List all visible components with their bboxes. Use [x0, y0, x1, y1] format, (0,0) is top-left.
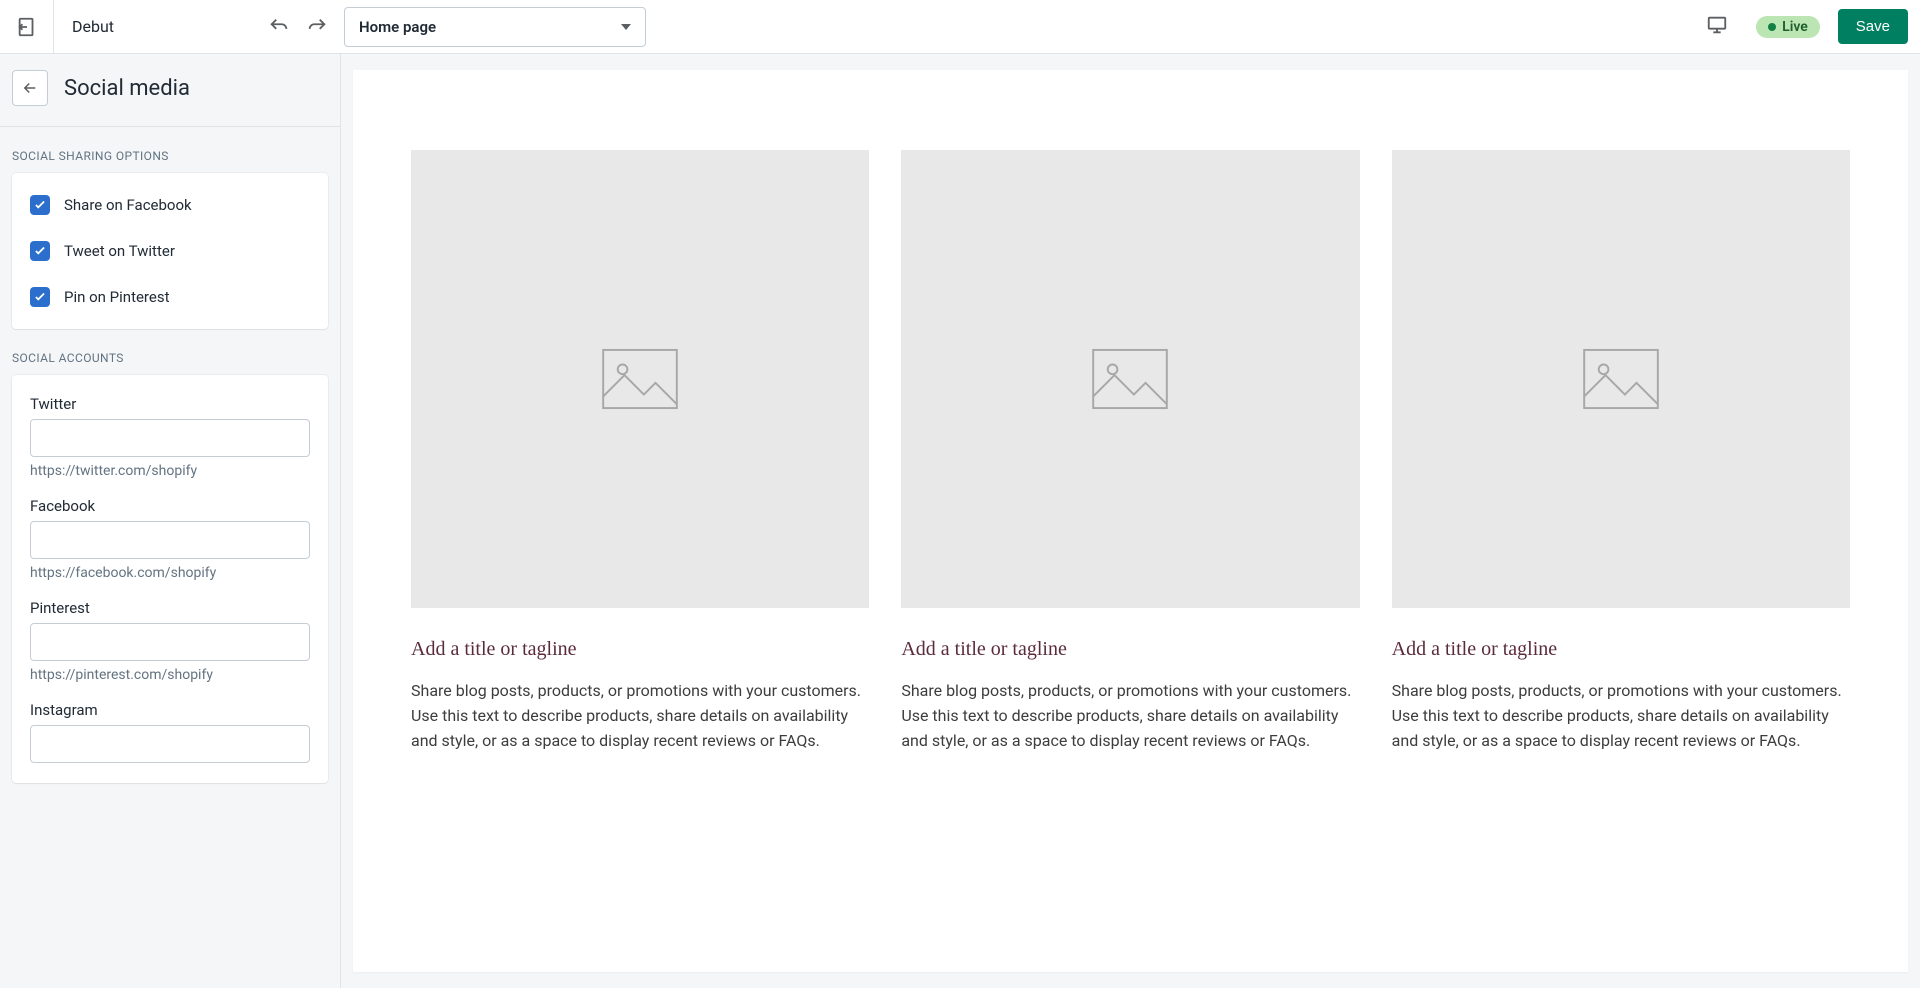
live-label: Live: [1782, 19, 1808, 35]
checkbox-checked[interactable]: [30, 195, 50, 215]
field-label: Facebook: [30, 497, 310, 515]
section-title: Social media: [64, 76, 190, 101]
image-placeholder: [901, 150, 1359, 608]
gallery-row: Add a title or tagline Share blog posts,…: [411, 150, 1850, 754]
image-placeholder: [411, 150, 869, 608]
main-split: Social media Social sharing options Shar…: [0, 54, 1920, 988]
item-body: Share blog posts, products, or promotion…: [1392, 679, 1850, 753]
field-block-instagram: Instagram: [30, 701, 310, 763]
item-body: Share blog posts, products, or promotion…: [411, 679, 869, 753]
checkbox-label: Tweet on Twitter: [64, 242, 175, 260]
desktop-icon: [1706, 14, 1728, 36]
back-button[interactable]: [12, 70, 48, 106]
topbar: Debut Home page Live Save: [0, 0, 1920, 54]
help-text: https://pinterest.com/shopify: [30, 667, 310, 683]
checkbox-row[interactable]: Pin on Pinterest: [30, 274, 310, 313]
field-label: Instagram: [30, 701, 310, 719]
section-header: Social media: [0, 54, 340, 127]
preview-canvas: Add a title or tagline Share blog posts,…: [341, 54, 1920, 988]
field-label: Pinterest: [30, 599, 310, 617]
group-label-accounts: Social accounts: [0, 329, 340, 375]
exit-editor-button[interactable]: [0, 0, 54, 54]
social-accounts-card: Twitter https://twitter.com/shopify Face…: [12, 375, 328, 783]
gallery-item: Add a title or tagline Share blog posts,…: [901, 150, 1359, 754]
redo-icon: [306, 16, 328, 38]
pinterest-input[interactable]: [30, 623, 310, 661]
check-icon: [33, 198, 47, 212]
image-placeholder: [1392, 150, 1850, 608]
twitter-input[interactable]: [30, 419, 310, 457]
help-text: https://twitter.com/shopify: [30, 463, 310, 479]
field-block-pinterest: Pinterest https://pinterest.com/shopify: [30, 599, 310, 683]
item-title: Add a title or tagline: [1392, 638, 1850, 661]
facebook-input[interactable]: [30, 521, 310, 559]
group-label-sharing: Social sharing options: [0, 127, 340, 173]
check-icon: [33, 290, 47, 304]
checkbox-checked[interactable]: [30, 287, 50, 307]
arrow-left-icon: [21, 79, 39, 97]
image-icon: [1091, 348, 1169, 410]
help-text: https://facebook.com/shopify: [30, 565, 310, 581]
sharing-options-card: Share on Facebook Tweet on Twitter Pin o…: [12, 173, 328, 329]
save-button[interactable]: Save: [1838, 9, 1908, 44]
image-icon: [1582, 348, 1660, 410]
preview-frame[interactable]: Add a title or tagline Share blog posts,…: [353, 70, 1908, 972]
page-selector-dropdown[interactable]: Home page: [344, 7, 646, 47]
field-label: Twitter: [30, 395, 310, 413]
device-preview-button[interactable]: [1706, 14, 1728, 40]
checkbox-checked[interactable]: [30, 241, 50, 261]
checkbox-row[interactable]: Tweet on Twitter: [30, 228, 310, 274]
live-dot-icon: [1768, 23, 1776, 31]
gallery-item: Add a title or tagline Share blog posts,…: [1392, 150, 1850, 754]
redo-button[interactable]: [300, 10, 334, 44]
check-icon: [33, 244, 47, 258]
item-title: Add a title or tagline: [901, 638, 1359, 661]
gallery-item: Add a title or tagline Share blog posts,…: [411, 150, 869, 754]
undo-button[interactable]: [262, 10, 296, 44]
page-selector-value: Home page: [359, 18, 436, 36]
theme-name: Debut: [54, 17, 132, 36]
undo-icon: [268, 16, 290, 38]
checkbox-label: Share on Facebook: [64, 196, 192, 214]
settings-sidebar: Social media Social sharing options Shar…: [0, 54, 341, 988]
item-title: Add a title or tagline: [411, 638, 869, 661]
image-icon: [601, 348, 679, 410]
checkbox-label: Pin on Pinterest: [64, 288, 169, 306]
checkbox-row[interactable]: Share on Facebook: [30, 189, 310, 228]
field-block-twitter: Twitter https://twitter.com/shopify: [30, 395, 310, 479]
chevron-down-icon: [621, 24, 631, 30]
field-block-facebook: Facebook https://facebook.com/shopify: [30, 497, 310, 581]
item-body: Share blog posts, products, or promotion…: [901, 679, 1359, 753]
instagram-input[interactable]: [30, 725, 310, 763]
live-status-badge: Live: [1756, 16, 1820, 38]
exit-icon: [16, 16, 38, 38]
history-controls: [262, 10, 334, 44]
